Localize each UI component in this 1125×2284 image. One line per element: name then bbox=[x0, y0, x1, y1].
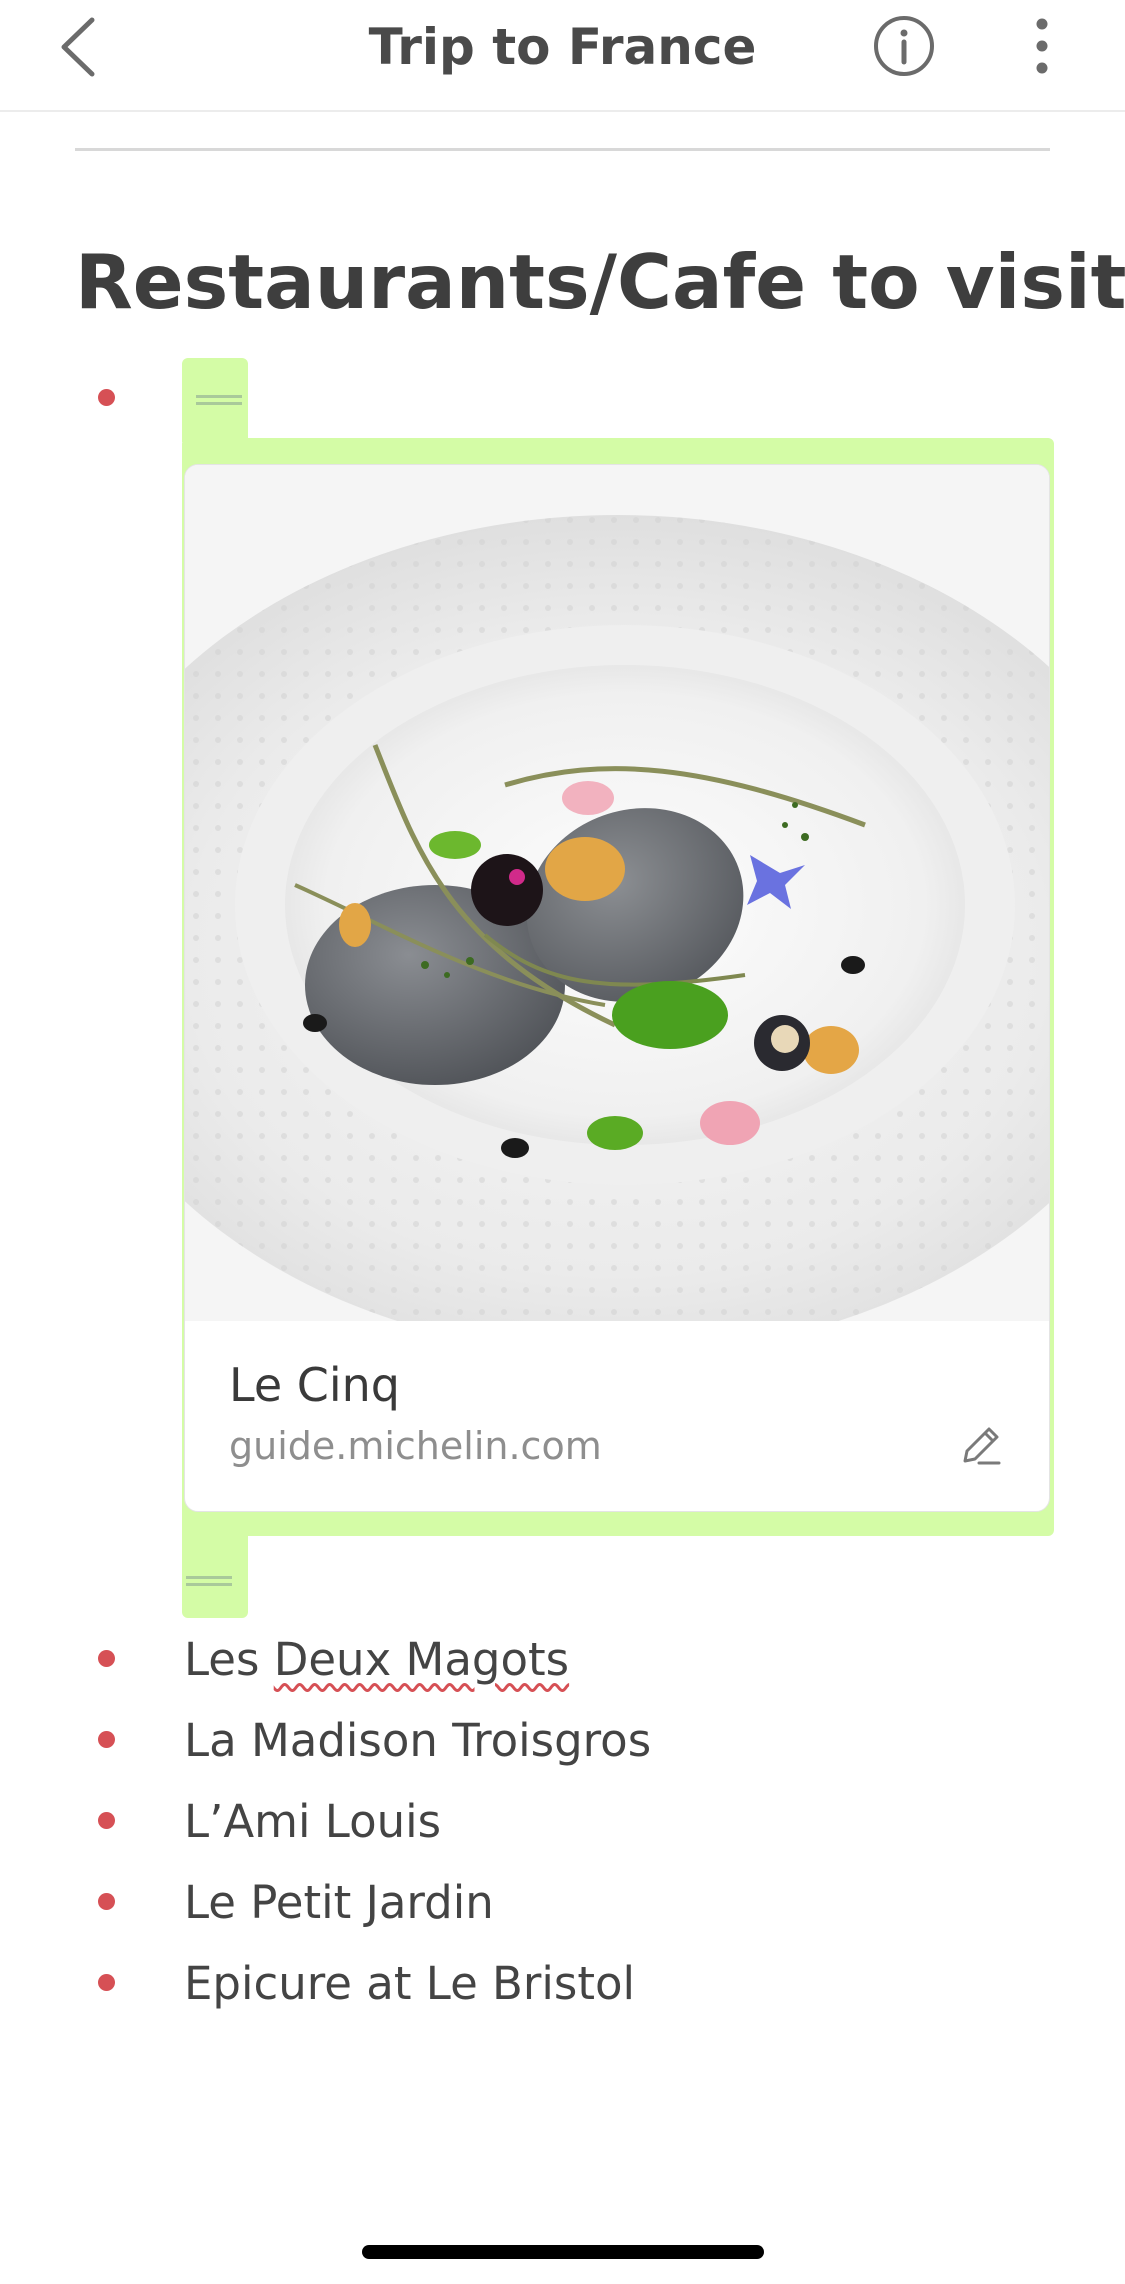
list-item-text: Les bbox=[184, 1633, 274, 1686]
grip-icon bbox=[196, 395, 242, 407]
bullet-point bbox=[98, 1893, 115, 1910]
horizontal-divider bbox=[75, 148, 1050, 151]
pencil-icon bbox=[963, 1427, 1001, 1465]
page-title: Trip to France bbox=[368, 18, 757, 76]
more-options-button[interactable] bbox=[1020, 14, 1064, 78]
bullet-point bbox=[98, 389, 115, 406]
card-url: guide.michelin.com bbox=[229, 1424, 602, 1468]
plated-dish-photo bbox=[185, 465, 1049, 1321]
misspelled-text: Deux Magots bbox=[273, 1633, 570, 1686]
list-item[interactable]: Le Petit Jardin bbox=[184, 1873, 494, 1933]
info-button[interactable] bbox=[872, 14, 936, 78]
home-indicator[interactable] bbox=[362, 2245, 764, 2259]
drag-handle-top[interactable] bbox=[182, 358, 248, 442]
info-circle-icon bbox=[874, 16, 934, 76]
section-heading: Restaurants/Cafe to visit bbox=[75, 238, 1125, 326]
edit-link-button[interactable] bbox=[957, 1423, 1005, 1471]
list-item[interactable]: L’Ami Louis bbox=[184, 1792, 441, 1852]
bullet-point bbox=[98, 1974, 115, 1991]
vertical-ellipsis-icon bbox=[1036, 18, 1048, 74]
card-title: Le Cinq bbox=[229, 1358, 400, 1412]
bullet-point bbox=[98, 1650, 115, 1667]
bullet-point bbox=[98, 1731, 115, 1748]
top-bar: Trip to France bbox=[0, 0, 1125, 112]
drag-handle-bottom[interactable] bbox=[182, 1530, 248, 1618]
grip-icon bbox=[186, 1576, 232, 1588]
bullet-point bbox=[98, 1812, 115, 1829]
list-item[interactable]: Les Deux Magots bbox=[184, 1630, 569, 1690]
list-item[interactable]: Epicure at Le Bristol bbox=[184, 1954, 635, 2014]
link-preview-card[interactable]: Le Cinq guide.michelin.com bbox=[184, 464, 1050, 1512]
list-item[interactable]: La Madison Troisgros bbox=[184, 1711, 651, 1771]
